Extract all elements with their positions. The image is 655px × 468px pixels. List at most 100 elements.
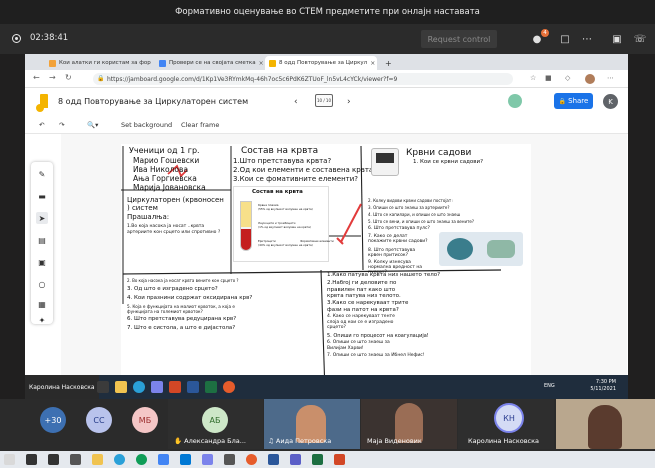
jamboard-title[interactable]: 8 одд Повторување за Циркулаторен систем: [58, 97, 248, 106]
set-background-button[interactable]: Set background: [121, 121, 172, 129]
collections-icon[interactable]: ◇: [565, 74, 570, 82]
browser-tab-3-active[interactable]: 8 одд Повторување за Циркул ×: [265, 56, 377, 70]
reload-icon[interactable]: ↻: [65, 73, 72, 82]
teams-icon[interactable]: [151, 381, 163, 393]
participants-icon[interactable]: ● 4: [530, 29, 549, 46]
select-icon[interactable]: ➤: [36, 212, 48, 224]
circle-icon[interactable]: ○: [36, 278, 48, 290]
path-question: 6. Опиши се што знаеш за Вилијам Харви!: [327, 340, 390, 351]
star-icon[interactable]: ☆: [530, 74, 536, 82]
tab-favicon-icon: [159, 59, 166, 67]
request-control-button[interactable]: Request control: [421, 30, 497, 48]
participant-video-tile[interactable]: ♫ Аида Петровска: [264, 399, 360, 449]
heart-question: 6. Што претставува редуцирана крв?: [127, 316, 237, 322]
participant-name: Каролина Насковска: [468, 437, 540, 445]
screen-share-icon[interactable]: ▣: [610, 32, 624, 46]
undo-icon[interactable]: ↶: [39, 121, 44, 129]
outlook-icon[interactable]: [180, 454, 191, 465]
firefox-icon[interactable]: [223, 381, 235, 393]
edge-icon[interactable]: [114, 454, 125, 465]
url-field[interactable]: 🔒 https://jamboard.google.com/d/1Kp1Ve3R…: [93, 73, 513, 85]
text-box-icon[interactable]: ▦: [36, 298, 48, 310]
shared-screen: Кои алатки ги користам за фор × Провери …: [25, 54, 628, 399]
participant-name: ✋ Александра Бла...: [174, 437, 246, 445]
participant-tile[interactable]: КН Каролина Насковска: [458, 399, 554, 449]
path-question: 5. Опиши го процесот на коагулација!: [327, 333, 429, 339]
share-button[interactable]: 🔒 Share: [554, 93, 593, 109]
clear-frame-button[interactable]: Clear frame: [181, 121, 219, 129]
presenter-label: Каролина Насковска: [25, 375, 99, 399]
system-clock[interactable]: 7:30 PM 5/11/2021: [590, 379, 616, 393]
search-icon[interactable]: [4, 454, 15, 465]
excel-icon[interactable]: [312, 454, 323, 465]
excel-icon[interactable]: [205, 381, 217, 393]
browser-tab-2[interactable]: Провери се на својата сметка ×: [155, 56, 263, 70]
close-icon[interactable]: ×: [370, 60, 375, 67]
hang-up-icon[interactable]: ☏: [633, 32, 647, 46]
firefox-icon[interactable]: [246, 454, 257, 465]
redo-icon[interactable]: ↷: [59, 121, 64, 129]
sticky-note-icon[interactable]: ▤: [36, 234, 48, 246]
browser-menu-icon[interactable]: ⋯: [607, 74, 614, 82]
teams-window: Формативно оценување во СТЕМ предметите …: [0, 0, 655, 468]
teams-icon[interactable]: [290, 454, 301, 465]
zoom-icon[interactable]: 🔍▾: [87, 121, 98, 129]
more-icon[interactable]: ⋯: [580, 32, 594, 46]
taskbar-app-icon[interactable]: [158, 454, 169, 465]
participant-video-tile[interactable]: Маја Виденовик: [361, 399, 457, 449]
taskbar-app-icon[interactable]: [70, 454, 81, 465]
chrome-icon[interactable]: [136, 454, 147, 465]
task-view-icon[interactable]: [26, 454, 37, 465]
language-indicator[interactable]: ENG: [544, 383, 555, 389]
back-icon[interactable]: ←: [33, 73, 40, 82]
image-icon[interactable]: ▣: [36, 256, 48, 268]
file-explorer-icon[interactable]: [92, 454, 103, 465]
path-question: 4. Како се нарекуваат тенте слоја од кои…: [327, 314, 395, 330]
extensions-icon[interactable]: ■: [545, 74, 552, 82]
forward-icon[interactable]: →: [49, 73, 56, 82]
profile-avatar[interactable]: [585, 74, 595, 84]
powerpoint-icon[interactable]: [169, 381, 181, 393]
pen-icon[interactable]: ✎: [36, 168, 48, 180]
taskbar-app-icon[interactable]: [48, 454, 59, 465]
jamboard-logo-icon[interactable]: [36, 94, 48, 112]
user-avatar[interactable]: K: [603, 94, 618, 109]
previous-frame-icon[interactable]: ‹: [294, 97, 298, 107]
heart-question: 5. Која е функцијата на малиот крвоток, …: [127, 304, 235, 314]
next-frame-icon[interactable]: ›: [347, 97, 351, 107]
close-icon[interactable]: ×: [259, 60, 263, 67]
frame-indicator[interactable]: 10 / 10: [315, 94, 333, 107]
new-tab-icon[interactable]: +: [381, 56, 393, 70]
eraser-icon[interactable]: ▬: [36, 190, 48, 202]
circulatory-question: 1.Во која насока ја носат ..крвта артери…: [127, 224, 221, 235]
blood-question: 1.Што претставува крвта?: [233, 157, 332, 165]
edge-icon[interactable]: [133, 381, 145, 393]
vessels-question: 4. Што се капилари, и опиши се што знаеш…: [368, 212, 460, 217]
taskbar-app-icon[interactable]: [97, 381, 109, 393]
chat-icon[interactable]: □: [558, 32, 572, 46]
laser-icon[interactable]: ✦: [36, 314, 48, 326]
word-icon[interactable]: [268, 454, 279, 465]
participants-badge: 4: [541, 29, 549, 37]
browser-tab-1[interactable]: Кои алатки ги користам за фор ×: [45, 56, 153, 70]
taskbar-app-icon[interactable]: [224, 454, 235, 465]
heart-question: 3. Од што е изградено срцето?: [127, 286, 218, 292]
jamboard-canvas[interactable]: Ученици од 1 гр. Марио Гошевски Ива Нико…: [121, 144, 531, 392]
more-participants-badge[interactable]: +30: [40, 407, 66, 433]
participants-strip: +30 СС МБ АБ ✋ Александра Бла... ♫ Аида …: [0, 399, 655, 451]
tab-favicon-icon: [49, 59, 56, 67]
raised-hand-icon: ✋: [174, 437, 183, 445]
word-icon[interactable]: [187, 381, 199, 393]
tab-label: Провери се на својата сметка: [169, 60, 256, 66]
participant-name-text: Александра Бла...: [184, 437, 246, 445]
self-video-tile[interactable]: [556, 399, 655, 449]
microphone-icon: ♫: [268, 437, 274, 445]
onenote-icon[interactable]: [202, 454, 213, 465]
participant-avatar[interactable]: СС: [86, 407, 112, 433]
share-label: Share: [568, 97, 589, 105]
participant-tile[interactable]: АБ ✋ Александра Бла...: [168, 399, 263, 449]
file-explorer-icon[interactable]: [115, 381, 127, 393]
acrobat-icon[interactable]: [334, 454, 345, 465]
participant-avatar[interactable]: МБ: [132, 407, 158, 433]
participant-name-text: Аида Петровска: [275, 437, 332, 445]
